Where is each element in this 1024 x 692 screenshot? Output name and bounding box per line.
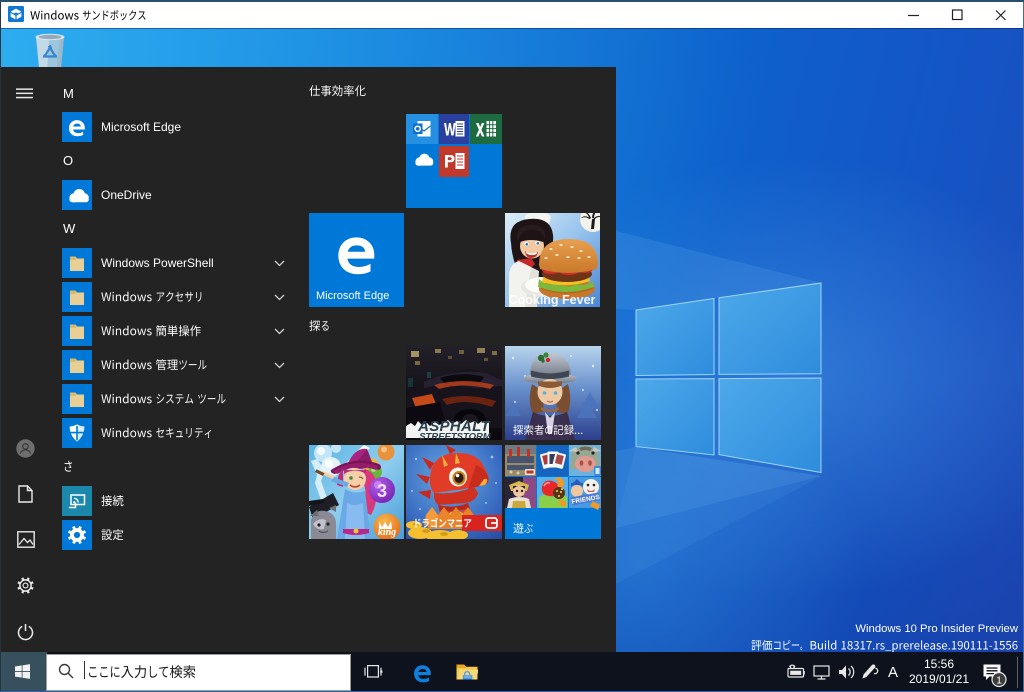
svg-text:Cooking Fever: Cooking Fever [509, 293, 596, 307]
svg-text:3: 3 [377, 481, 387, 501]
svg-text:king: king [378, 527, 396, 538]
svg-text:1: 1 [996, 674, 1002, 686]
svg-text:STREETSTORM: STREETSTORM [419, 432, 492, 441]
